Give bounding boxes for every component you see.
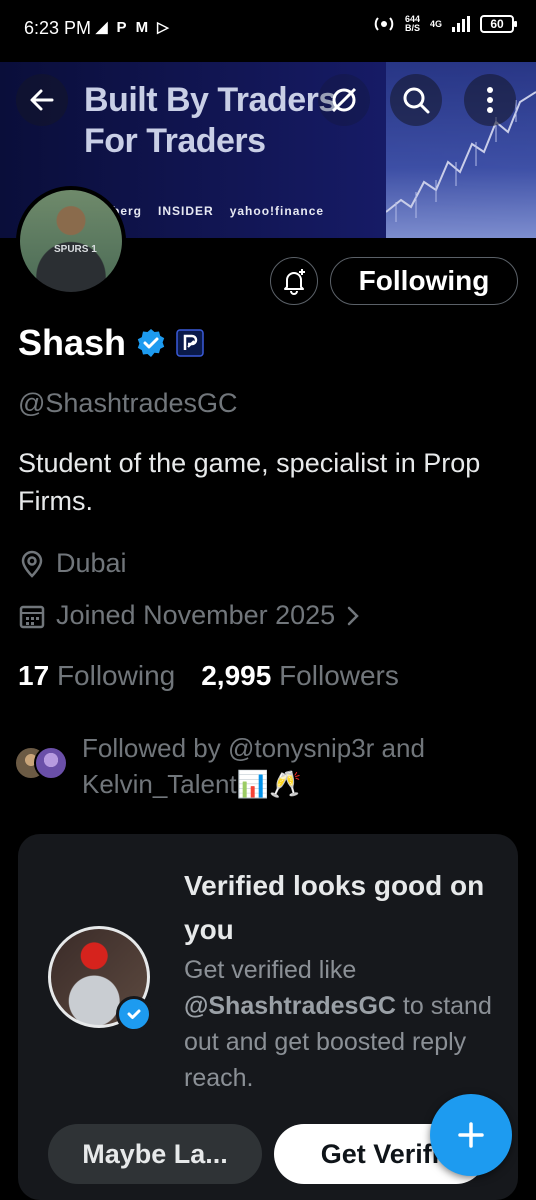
promo-handle: @ShashtradesGC (184, 992, 396, 1020)
battery-icon: 60 (480, 15, 517, 33)
banner-logo: INSIDER (158, 204, 214, 218)
telegram-icon: ◢ (96, 19, 108, 36)
verified-badge-icon[interactable] (136, 328, 166, 358)
grok-button[interactable] (318, 74, 370, 126)
followed-by-text: Followed by @tonysnip3r and Kelvin_Talen… (82, 733, 425, 799)
name-row: Shash (18, 322, 204, 364)
promo-title: Verified looks good on you (184, 870, 485, 945)
gmail-icon: M (135, 19, 149, 36)
network-speed: 644 B/S (404, 14, 420, 33)
calendar-icon (19, 605, 45, 628)
affiliate-badge-icon[interactable] (176, 329, 204, 357)
location-row: Dubai (18, 548, 127, 579)
banner-logos: berg INSIDER yahoo!finance (112, 204, 324, 218)
location-text: Dubai (56, 548, 127, 578)
banner-logo: yahoo!finance (229, 204, 325, 218)
followers-stat[interactable]: 2,995 Followers (201, 660, 399, 692)
plus-icon (458, 1122, 484, 1148)
profile-avatar[interactable]: SPURS 1 (16, 186, 126, 296)
banner-headline: Built By Traders For Traders (84, 81, 337, 160)
arrow-left-icon (30, 89, 54, 111)
hotspot-icon (374, 17, 394, 31)
system-icons: 644 B/S 4G 60 (373, 14, 517, 33)
notification-icons: ◢ P M ▷ (96, 19, 169, 37)
grok-icon (331, 87, 357, 113)
followed-by-row[interactable]: Followed by @tonysnip3r and Kelvin_Talen… (14, 730, 502, 802)
compose-button[interactable] (430, 1094, 512, 1176)
follow-stats: 17 Following 2,995 Followers (18, 660, 399, 692)
maybe-later-button[interactable]: Maybe La... (48, 1124, 262, 1184)
bell-plus-icon (284, 269, 305, 295)
username-handle: @ShashtradesGC (18, 388, 238, 418)
joined-date: Joined November 2025 (56, 600, 336, 630)
verified-check-icon (116, 996, 152, 1032)
search-button[interactable] (390, 74, 442, 126)
following-stat[interactable]: 17 Following (18, 660, 175, 692)
play-icon: ▷ (157, 19, 169, 36)
avatar-jersey-text: SPURS 1 (54, 244, 97, 255)
status-bar: 6:23 PM ◢ P M ▷ 644 B/S 4G 60 (0, 0, 536, 62)
joined-row[interactable]: Joined November 2025 (18, 600, 361, 631)
chevron-right-icon (347, 606, 359, 625)
profile-bio: Student of the game, specialist in Prop … (18, 448, 481, 516)
more-vertical-icon (487, 87, 493, 113)
signal-icon (452, 16, 470, 32)
mutual-avatar (34, 746, 68, 780)
network-type: 4G (429, 18, 442, 29)
paypal-icon: P (116, 19, 127, 36)
search-icon (403, 87, 430, 114)
notifications-button[interactable] (270, 257, 318, 305)
promo-description: Get verified like @ShashtradesGC to stan… (184, 956, 492, 1092)
mutual-avatars (14, 746, 70, 786)
display-name: Shash (18, 322, 127, 363)
back-button[interactable] (16, 74, 68, 126)
more-options-button[interactable] (464, 74, 516, 126)
following-button[interactable]: Following (330, 257, 518, 305)
status-time: 6:23 PM (24, 18, 92, 38)
location-pin-icon (21, 550, 43, 578)
